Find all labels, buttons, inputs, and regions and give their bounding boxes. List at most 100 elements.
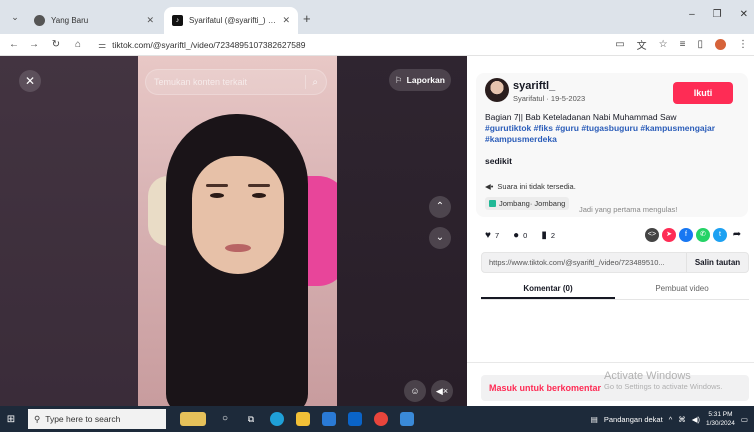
volume-icon[interactable]: ◀) bbox=[692, 415, 700, 424]
video-caption: Bagian 7|| Bab Keteladanan Nabi Muhammad… bbox=[485, 112, 735, 145]
more-share-arrow-icon[interactable]: ➦ bbox=[730, 228, 744, 242]
accessibility-icon: ☺ bbox=[410, 386, 420, 396]
chrome-icon[interactable] bbox=[374, 412, 388, 426]
tab-close-icon[interactable]: ✕ bbox=[282, 15, 290, 26]
video-stage[interactable] bbox=[0, 56, 467, 406]
clock[interactable]: 5:31 PM 1/30/2024 bbox=[706, 410, 735, 428]
twitter-icon[interactable]: t bbox=[713, 228, 727, 242]
store-icon[interactable] bbox=[322, 412, 336, 426]
caption-hashtags[interactable]: #gurutiktok #fiks #guru #tugasbuguru #ka… bbox=[485, 123, 715, 144]
notification-icon[interactable]: ▭ bbox=[741, 415, 748, 424]
caption-extra: sedikit bbox=[485, 156, 512, 166]
next-video-button[interactable]: ⌄ bbox=[429, 227, 451, 249]
system-tray: ▤ Pandangan dekat ^ ⌘ ◀) 5:31 PM 1/30/20… bbox=[591, 406, 748, 432]
bookmark-star-icon[interactable]: ☆ bbox=[659, 39, 668, 50]
like-count: 7 bbox=[494, 231, 500, 240]
author-avatar[interactable] bbox=[485, 78, 509, 102]
tab-search-chevron-icon[interactable]: ⌄ bbox=[8, 10, 22, 24]
cast-icon[interactable]: ▭ bbox=[615, 39, 624, 50]
forward-arrow-icon[interactable]: → bbox=[26, 37, 42, 53]
browser-tab-yang-baru[interactable]: Yang Baru ✕ bbox=[26, 7, 162, 34]
report-label: Laporkan bbox=[406, 75, 445, 85]
news-icon[interactable]: ▤ bbox=[591, 415, 598, 424]
share-url[interactable]: https://www.tiktok.com/@syariftl_/video/… bbox=[489, 258, 686, 267]
chrome-favicon-icon bbox=[34, 15, 45, 26]
file-explorer-icon[interactable] bbox=[296, 412, 310, 426]
edge-icon[interactable] bbox=[270, 412, 284, 426]
details-panel: syariftl_ Syarifatul · 19-5-2023 Ikuti B… bbox=[467, 56, 754, 406]
back-arrow-icon[interactable]: ← bbox=[6, 37, 22, 53]
close-video-button[interactable]: ✕ bbox=[19, 70, 41, 92]
reload-icon[interactable]: ↻ bbox=[48, 37, 64, 53]
flag-icon: ⚐ bbox=[395, 74, 403, 85]
comment-bubble-icon: ● bbox=[513, 230, 520, 241]
browser-toolbar: ← → ↻ ⌂ ⚌ tiktok.com/@syariftl_/video/72… bbox=[0, 34, 754, 56]
share-buttons: <> ➤ f ✆ t ➦ bbox=[645, 228, 744, 242]
cortana-icon[interactable]: ○ bbox=[218, 412, 232, 426]
mute-button[interactable]: ◀× bbox=[431, 380, 453, 402]
taskbar-apps: ○ ⧉ bbox=[180, 412, 414, 426]
activate-windows-watermark: Activate Windows Go to Settings to activ… bbox=[604, 370, 722, 391]
address-bar[interactable]: ⚌ tiktok.com/@syariftl_/video/7234895107… bbox=[98, 37, 598, 53]
location-tag[interactable]: Jombang· Jombang bbox=[485, 197, 570, 210]
facebook-icon[interactable]: f bbox=[679, 228, 693, 242]
comment-button[interactable]: ● 0 bbox=[513, 230, 527, 241]
menu-kebab-icon[interactable]: ⋮ bbox=[738, 39, 748, 50]
save-button[interactable]: ▮ 2 bbox=[541, 230, 555, 241]
search-icon[interactable]: ⌕ bbox=[312, 77, 318, 88]
first-comment-prompt: Jadi yang pertama mengulas! bbox=[579, 205, 678, 214]
profile-avatar[interactable] bbox=[715, 39, 726, 50]
photos-icon[interactable] bbox=[400, 412, 414, 426]
clock-date: 1/30/2024 bbox=[705, 420, 735, 427]
mail-icon[interactable] bbox=[348, 412, 362, 426]
send-to-friends-icon[interactable]: ➤ bbox=[662, 228, 676, 242]
location-pin-icon bbox=[489, 200, 496, 207]
sound-label: Suara ini tidak tersedia. bbox=[497, 182, 576, 191]
taskbar-search[interactable]: ⚲ Type here to search bbox=[28, 409, 166, 429]
search-input[interactable] bbox=[154, 77, 300, 87]
browser-tab-tiktok[interactable]: ♪ Syarifatul (@syarifti_) | TikTok ✕ bbox=[164, 7, 298, 34]
network-icon[interactable]: ⌘ bbox=[678, 415, 686, 424]
new-tab-plus-icon[interactable]: + bbox=[303, 11, 311, 26]
widget-icon[interactable] bbox=[180, 412, 206, 426]
author-username[interactable]: syariftl_ bbox=[513, 80, 555, 92]
author-subtitle: Syarifatul · 19-5-2023 bbox=[513, 94, 586, 103]
watermark-title: Activate Windows bbox=[604, 370, 691, 382]
address-url: tiktok.com/@syariftl_/video/723489510738… bbox=[112, 40, 306, 50]
comment-count: 0 bbox=[523, 231, 528, 240]
follow-button[interactable]: Ikuti bbox=[673, 82, 733, 104]
news-label[interactable]: Pandangan dekat bbox=[604, 415, 663, 424]
search-icon: ⚲ bbox=[34, 413, 41, 424]
video-player[interactable] bbox=[138, 56, 337, 406]
chevron-up-icon: ⌃ bbox=[435, 201, 445, 212]
close-window-icon[interactable]: ✕ bbox=[740, 9, 748, 20]
copy-link-button[interactable]: Salin tautan bbox=[686, 253, 748, 272]
tiktok-favicon-icon: ♪ bbox=[172, 15, 183, 26]
previous-video-button[interactable]: ⌃ bbox=[429, 196, 451, 218]
tab-close-icon[interactable]: ✕ bbox=[146, 15, 154, 26]
location-label: Jombang· Jombang bbox=[499, 199, 566, 208]
panel-tabs: Komentar (0) Pembuat video bbox=[481, 278, 749, 300]
side-panel-icon[interactable]: ▯ bbox=[697, 39, 703, 50]
site-info-icon[interactable]: ⚌ bbox=[98, 40, 106, 51]
tab-comments[interactable]: Komentar (0) bbox=[481, 278, 615, 299]
task-view-icon[interactable]: ⧉ bbox=[244, 412, 258, 426]
minimize-icon[interactable]: – bbox=[689, 9, 695, 20]
windows-start-icon[interactable]: ⊞ bbox=[0, 406, 22, 432]
home-icon[interactable]: ⌂ bbox=[70, 37, 86, 53]
tray-chevron-icon[interactable]: ^ bbox=[669, 415, 673, 424]
reading-list-icon[interactable]: ≡ bbox=[680, 39, 686, 50]
windows-taskbar: ⊞ ⚲ Type here to search ○ ⧉ ▤ Pandangan … bbox=[0, 406, 754, 432]
maximize-icon[interactable]: ❐ bbox=[713, 9, 722, 20]
engagement-actions: ♥ 7 ● 0 ▮ 2 bbox=[485, 230, 555, 241]
taskbar-search-placeholder: Type here to search bbox=[45, 414, 121, 424]
embed-icon[interactable]: <> bbox=[645, 228, 659, 242]
like-button[interactable]: ♥ 7 bbox=[485, 230, 499, 241]
bookmark-icon: ▮ bbox=[541, 230, 547, 241]
translate-icon[interactable]: 文 bbox=[637, 37, 647, 52]
whatsapp-icon[interactable]: ✆ bbox=[696, 228, 710, 242]
report-button[interactable]: ⚐ Laporkan bbox=[389, 69, 451, 91]
tab-creator-videos[interactable]: Pembuat video bbox=[615, 278, 749, 299]
accessibility-button[interactable]: ☺ bbox=[404, 380, 426, 402]
related-content-search[interactable]: ⌕ bbox=[145, 69, 327, 95]
